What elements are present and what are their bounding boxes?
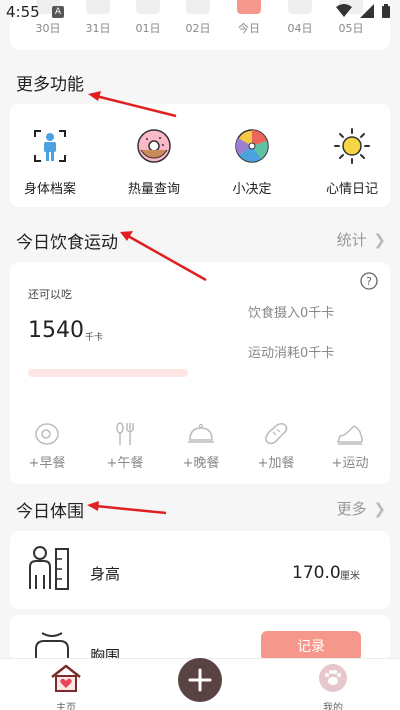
arrow-head-more-features	[88, 91, 101, 101]
nav-me-label: 我的	[323, 703, 343, 710]
kcal-unit: 千卡	[85, 333, 104, 343]
arrow-body-measure	[95, 504, 167, 515]
feature-label: 小决定	[232, 182, 272, 197]
nav-me[interactable]: 我的	[303, 663, 363, 710]
status-bar: 4:55 A	[0, 0, 400, 24]
sun-icon	[334, 128, 370, 164]
add-breakfast-button[interactable]: +早餐	[15, 422, 79, 471]
battery-icon	[382, 4, 390, 18]
meal-label: +午餐	[106, 456, 144, 471]
feature-calorie-search[interactable]: 热量查询	[114, 104, 194, 197]
height-card[interactable]: 身高 170.0 厘米	[10, 531, 390, 609]
add-dinner-button[interactable]: +晚餐	[169, 422, 233, 471]
diet-exercise-title: 今日饮食运动	[16, 233, 118, 253]
meal-label: +早餐	[28, 456, 66, 471]
notification-icon: A	[52, 6, 64, 18]
height-value: 170.0	[292, 563, 341, 583]
plus-icon	[188, 668, 212, 692]
nav-home[interactable]: 主页	[36, 663, 96, 710]
more-features-card: 身体档案 热量查询 小决定 心情日记	[10, 104, 390, 207]
feature-label: 身体档案	[23, 182, 76, 197]
diet-exercise-card: 还可以吃 1540 千卡 饮食摄入0千卡 运动消耗0千卡 ? +早餐 +午餐 +…	[10, 262, 390, 484]
stats-link[interactable]: 统计 ❯	[337, 229, 386, 250]
meal-label: +晚餐	[182, 456, 220, 471]
intake-text: 饮食摄入0千卡	[248, 306, 335, 321]
body-profile-icon	[34, 130, 66, 162]
add-record-button[interactable]	[178, 658, 222, 702]
fork-spoon-icon	[116, 422, 134, 445]
remaining-label: 还可以吃	[28, 288, 72, 301]
height-label: 身高	[90, 565, 121, 583]
sneaker-icon	[336, 425, 363, 445]
calorie-progress-bar	[28, 369, 188, 377]
height-body-icon	[29, 546, 69, 590]
more-features-title: 更多功能	[16, 75, 84, 95]
chevron-right-icon: ❯	[373, 231, 386, 249]
height-unit: 厘米	[340, 571, 360, 582]
status-icons	[336, 4, 390, 18]
help-icon[interactable]: ?	[360, 272, 378, 290]
arrow-head-body-measure	[87, 501, 99, 511]
arrow-head-diet-exercise	[120, 231, 133, 241]
stats-link-label: 统计	[336, 231, 367, 249]
donut-icon	[137, 129, 171, 163]
wifi-icon	[336, 4, 352, 17]
feature-body-profile[interactable]: 身体档案	[10, 104, 90, 197]
svg-text:?: ?	[366, 275, 372, 288]
egg-icon	[35, 423, 59, 445]
burn-text: 运动消耗0千卡	[248, 346, 335, 361]
feature-label: 心情日记	[325, 182, 378, 197]
spinner-wheel-icon	[235, 129, 269, 163]
remaining-kcal: 1540	[28, 318, 84, 343]
nav-home-label: 主页	[56, 703, 76, 710]
meal-label: +运动	[331, 456, 369, 471]
status-time: 4:55	[6, 3, 40, 21]
chevron-right-icon: ❯	[373, 500, 386, 518]
paw-avatar-icon	[319, 664, 347, 692]
add-lunch-button[interactable]: +午餐	[93, 422, 157, 471]
bread-icon	[265, 422, 288, 445]
meal-label: +加餐	[257, 456, 295, 471]
add-exercise-button[interactable]: +运动	[318, 422, 382, 471]
body-measure-title: 今日体围	[16, 502, 84, 522]
feature-label: 热量查询	[127, 182, 180, 197]
feature-small-decision[interactable]: 小决定	[212, 104, 292, 197]
record-button[interactable]: 记录	[261, 631, 361, 661]
more-link[interactable]: 更多 ❯	[337, 498, 386, 519]
more-link-label: 更多	[336, 500, 367, 518]
feature-mood-diary[interactable]: 心情日记	[312, 104, 392, 197]
signal-icon	[360, 4, 374, 18]
add-snack-button[interactable]: +加餐	[244, 422, 308, 471]
cloche-icon	[188, 423, 214, 443]
home-heart-icon	[51, 664, 81, 692]
